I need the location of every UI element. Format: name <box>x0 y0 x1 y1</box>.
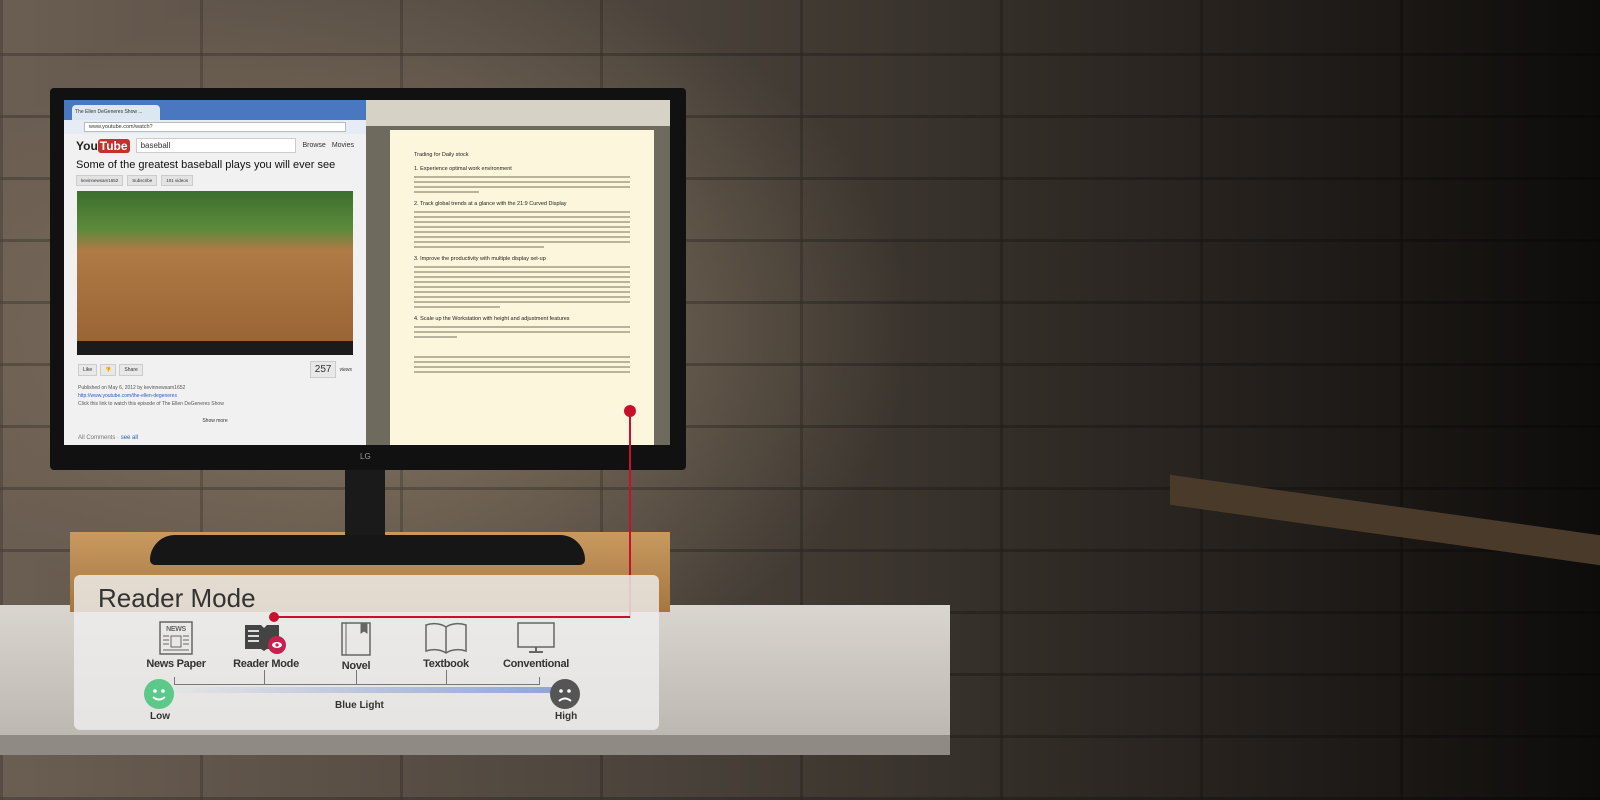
doc-section-1: 1. Experience optimal work environment <box>414 166 512 172</box>
mode-textbook: Textbook <box>401 621 491 670</box>
views-label: views <box>339 366 352 373</box>
mode-label: Conventional <box>502 658 570 670</box>
all-comments: All Comments <box>78 435 116 441</box>
youtube-logo[interactable]: You Tube <box>76 138 130 153</box>
browser-window: The Ellen DeGeneres Show ... www.youtube… <box>64 100 366 445</box>
address-bar[interactable]: www.youtube.com/watch? <box>64 120 366 134</box>
see-all-link[interactable]: see all <box>121 435 138 441</box>
nav-browse[interactable]: Browse <box>302 142 325 149</box>
monitor-neck <box>345 468 385 538</box>
url-text: www.youtube.com/watch? <box>84 122 346 132</box>
share-button[interactable]: Share <box>119 363 143 376</box>
subscribe-button[interactable]: Subscribe <box>127 175 158 186</box>
browser-tabbar: The Ellen DeGeneres Show ... <box>64 100 366 120</box>
description-text: Click this link to watch this episode of… <box>78 401 224 407</box>
dislike-button[interactable]: 👎 <box>100 363 117 376</box>
callout-line-horizontal <box>275 616 630 618</box>
reader-mode-panel: Reader Mode NEWS News Paper Reader Mode … <box>74 575 659 730</box>
reader-mode-scene: The Ellen DeGeneres Show ... www.youtube… <box>0 0 1600 800</box>
open-book-icon <box>425 622 467 654</box>
sad-face-icon <box>550 679 580 709</box>
published-info: Published on May 6, 2012 by kevinnewsam1… <box>78 385 186 391</box>
newspaper-icon: NEWS <box>159 621 193 655</box>
smile-face-icon <box>144 679 174 709</box>
mode-news-paper: NEWS News Paper <box>131 621 221 670</box>
monitor-screen: The Ellen DeGeneres Show ... www.youtube… <box>64 100 670 445</box>
callout-dot-top <box>624 405 636 417</box>
mode-conventional: Conventional <box>491 621 581 670</box>
monitor: The Ellen DeGeneres Show ... www.youtube… <box>50 88 686 470</box>
scale-tick <box>264 670 265 685</box>
mode-novel: Novel <box>311 621 401 672</box>
browser-tab[interactable]: The Ellen DeGeneres Show ... <box>72 105 160 120</box>
search-input[interactable]: baseball <box>135 138 297 153</box>
book-icon <box>341 622 371 656</box>
mode-label: Reader Mode <box>233 658 299 670</box>
monitor-icon <box>517 622 555 653</box>
svg-text:NEWS: NEWS <box>166 626 186 633</box>
doc-heading: Trading for Daily stock <box>414 152 469 158</box>
high-label: High <box>555 711 578 722</box>
view-count: 257 <box>309 361 337 378</box>
pdf-viewer: Trading for Daily stock 1. Experience op… <box>366 100 670 445</box>
show-more-button[interactable]: Show more <box>64 418 366 424</box>
panel-title: Reader Mode <box>98 583 256 613</box>
mode-scale <box>174 677 540 685</box>
blue-light-gradient-bar <box>164 687 554 693</box>
document-page: Trading for Daily stock 1. Experience op… <box>390 130 654 445</box>
lg-logo: LG <box>360 452 371 461</box>
scale-tick <box>446 670 447 685</box>
doc-section-2: 2. Track global trends at a glance with … <box>414 201 567 207</box>
video-title: Some of the greatest baseball plays you … <box>76 159 336 171</box>
mode-label: News Paper <box>146 658 206 670</box>
low-label: Low <box>150 711 170 722</box>
pdf-toolbar[interactable] <box>366 100 670 126</box>
blue-light-label: Blue Light <box>335 700 384 711</box>
nav-movies[interactable]: Movies <box>332 142 354 149</box>
video-controls[interactable] <box>77 341 353 355</box>
mode-label: Textbook <box>423 658 469 670</box>
like-button[interactable]: Like <box>78 363 98 376</box>
monitor-base <box>150 535 585 565</box>
channel-name[interactable]: kevinnewsam1652 <box>76 175 124 186</box>
videos-dropdown[interactable]: 101 videos <box>161 175 194 186</box>
description-link[interactable]: http://www.youtube.com/the-ellen-degener… <box>64 392 366 400</box>
mode-reader-mode: Reader Mode <box>221 621 311 670</box>
scale-tick <box>356 670 357 685</box>
desk-edge <box>0 735 950 755</box>
doc-section-4: 4. Scale up the Workstation with height … <box>414 316 570 322</box>
reader-mode-eye-book-icon <box>245 625 286 654</box>
video-player[interactable] <box>77 191 353 341</box>
doc-section-3: 3. Improve the productivity with multipl… <box>414 256 546 262</box>
